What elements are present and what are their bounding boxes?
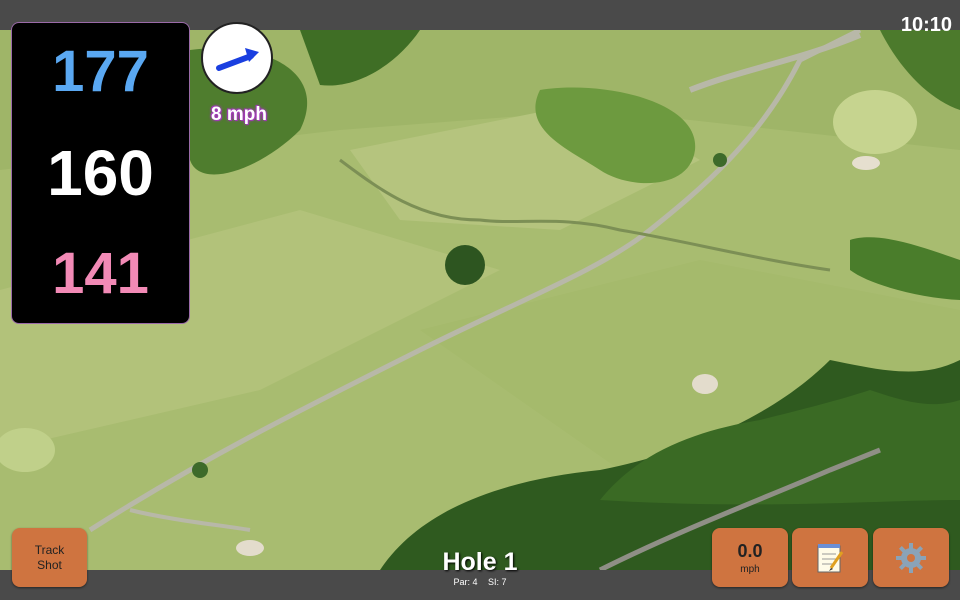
wind-speed-label: 8 mph	[211, 104, 267, 125]
settings-button[interactable]	[873, 528, 949, 587]
speed-button[interactable]: 0.0 mph	[712, 528, 788, 587]
hole-title: Hole 1	[442, 548, 518, 576]
speed-value: 0.0	[737, 540, 763, 561]
wind-arrow-icon	[216, 48, 259, 71]
hole-info: Par: 4 SI: 7	[380, 577, 580, 587]
hole-stroke-index: SI: 7	[488, 577, 507, 587]
wind-indicator[interactable]	[201, 22, 273, 94]
notes-button[interactable]	[792, 528, 868, 587]
track-shot-label-line2: Shot	[37, 557, 62, 572]
hole-par: Par: 4	[453, 577, 478, 587]
track-shot-button[interactable]: Track Shot	[12, 528, 87, 587]
distance-front: 141	[52, 241, 149, 306]
distance-panel: 177 160 141	[11, 22, 190, 324]
gear-icon	[896, 542, 926, 573]
track-shot-label-line1: Track	[34, 543, 65, 558]
clock-time: 10:10	[900, 14, 952, 36]
speed-unit: mph	[740, 563, 760, 575]
notepad-icon	[817, 543, 844, 572]
distance-back: 177	[52, 39, 149, 104]
distance-center: 160	[47, 137, 154, 209]
